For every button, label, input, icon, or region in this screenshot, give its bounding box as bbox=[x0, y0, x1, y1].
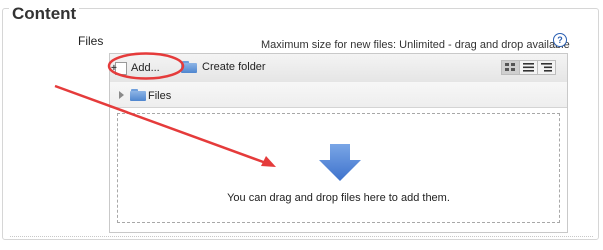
create-folder-button[interactable]: Create folder bbox=[181, 61, 266, 73]
file-manager: Add... Create folder bbox=[109, 53, 568, 233]
list-icon bbox=[523, 63, 534, 72]
help-icon[interactable]: ? bbox=[553, 33, 567, 47]
divider bbox=[10, 236, 593, 237]
section-title: Content bbox=[9, 5, 80, 23]
create-folder-label: Create folder bbox=[202, 61, 266, 73]
icon-view-button[interactable] bbox=[501, 60, 520, 75]
add-file-icon bbox=[111, 61, 127, 75]
list-view-button[interactable] bbox=[519, 60, 538, 75]
files-field-label: Files bbox=[78, 34, 104, 48]
tree-icon bbox=[541, 63, 552, 72]
path-bar: Files bbox=[110, 82, 567, 108]
expand-arrow-icon[interactable] bbox=[119, 91, 124, 99]
view-mode-toggles bbox=[501, 60, 556, 75]
drop-arrow-icon bbox=[319, 144, 361, 181]
drop-zone[interactable]: You can drag and drop files here to add … bbox=[117, 113, 560, 223]
tree-view-button[interactable] bbox=[537, 60, 556, 75]
add-file-label: Add... bbox=[131, 62, 160, 74]
add-file-button[interactable]: Add... bbox=[111, 58, 160, 78]
max-size-info: Maximum size for new files: Unlimited - … bbox=[261, 39, 570, 51]
folder-icon bbox=[130, 89, 146, 101]
folder-icon bbox=[181, 61, 197, 73]
file-manager-toolbar: Add... Create folder bbox=[110, 54, 567, 83]
path-folder-link[interactable]: Files bbox=[148, 90, 171, 102]
grid-icon bbox=[505, 63, 515, 71]
drop-zone-text: You can drag and drop files here to add … bbox=[227, 192, 450, 204]
